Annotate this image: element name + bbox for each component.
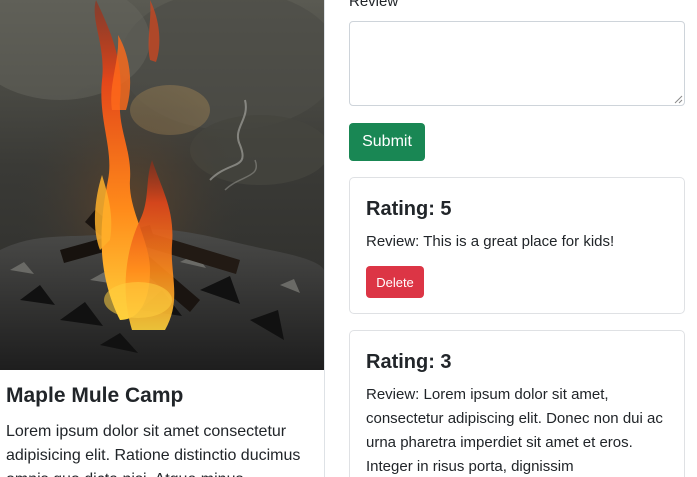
campground-title: Maple Mule Camp <box>6 384 184 407</box>
review-textarea[interactable] <box>349 21 685 106</box>
review-body: Review: Lorem ipsum dolor sit amet, cons… <box>366 386 663 475</box>
campground-show-page: Maple Mule Camp Lorem ipsum dolor sit am… <box>0 0 697 477</box>
campground-description: Lorem ipsum dolor sit amet consectetur a… <box>6 423 301 477</box>
review-label: Review <box>349 0 399 10</box>
submit-review-button[interactable]: Submit <box>349 123 425 161</box>
review-card: Rating: 5 Review: This is a great place … <box>349 177 685 314</box>
review-rating: Rating: 5 <box>366 198 452 220</box>
resize-grip-icon[interactable] <box>673 94 683 104</box>
review-body: Review: This is a great place for kids! <box>366 233 615 250</box>
review-card: Rating: 3 Review: Lorem ipsum dolor sit … <box>349 330 685 477</box>
campfire-image <box>0 0 324 370</box>
delete-review-button[interactable]: Delete <box>366 266 424 298</box>
review-rating: Rating: 3 <box>366 351 452 373</box>
campground-card: Maple Mule Camp Lorem ipsum dolor sit am… <box>0 0 325 477</box>
